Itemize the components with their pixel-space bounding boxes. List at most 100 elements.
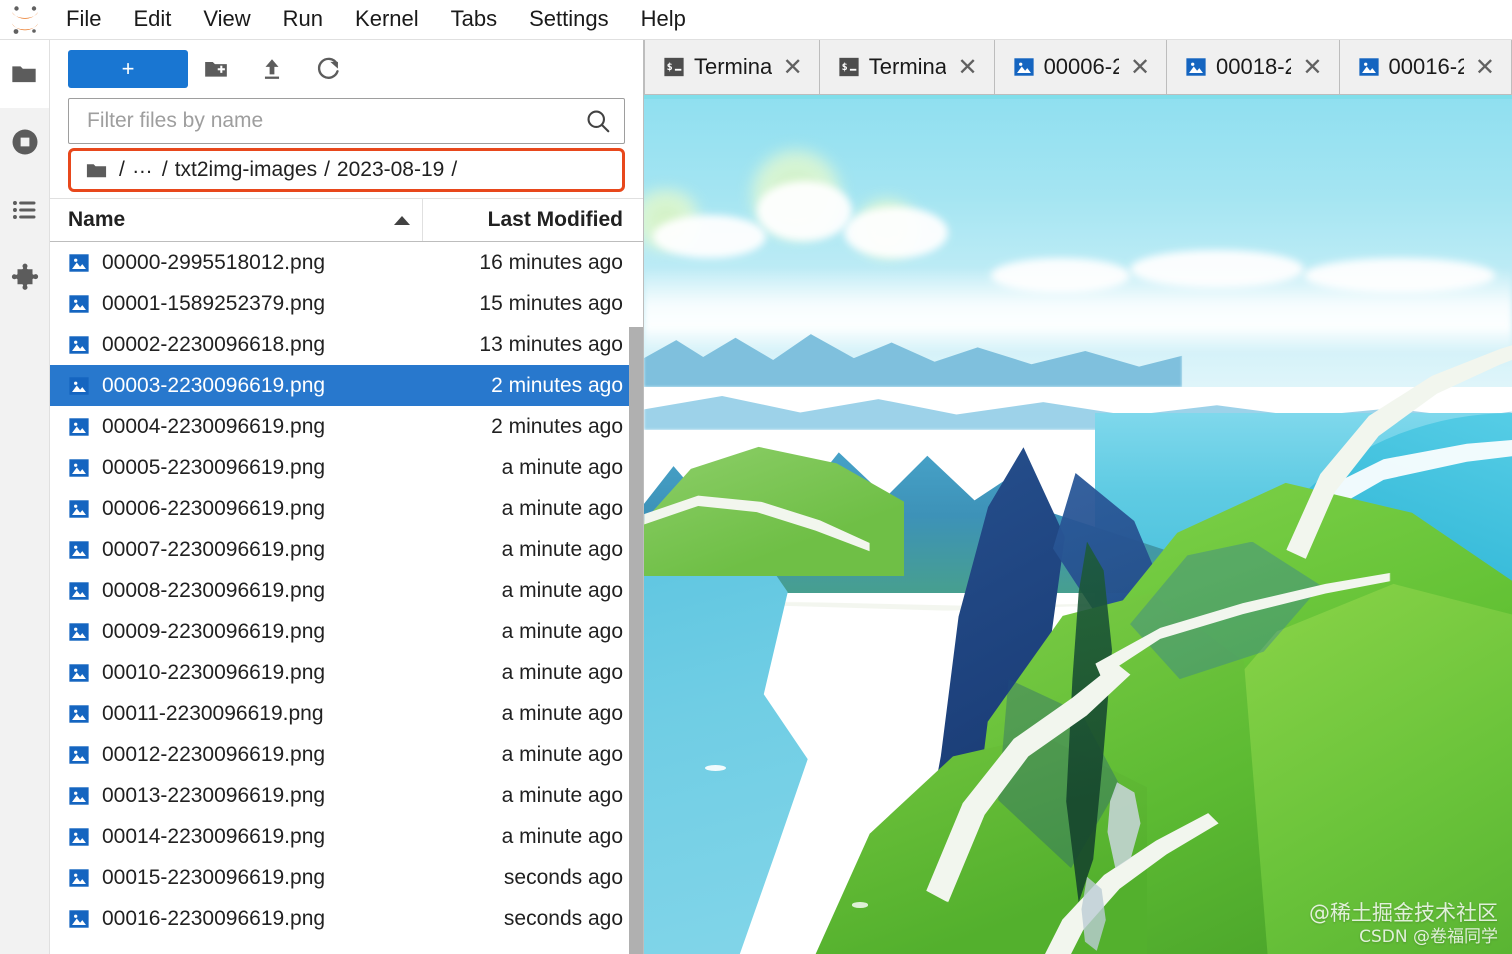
table-row[interactable]: 00009-2230096619.png a minute ago	[50, 611, 643, 652]
sort-ascending-icon	[394, 215, 410, 225]
menu-item-edit[interactable]: Edit	[117, 2, 187, 36]
image-file-icon	[69, 868, 89, 887]
menu-item-settings[interactable]: Settings	[513, 2, 625, 36]
image-file-icon	[69, 622, 89, 641]
close-icon[interactable]: ✕	[955, 55, 979, 79]
table-row[interactable]: 00014-2230096619.png a minute ago	[50, 816, 643, 857]
tab-terminal[interactable]: $ Terminal ✕	[644, 40, 820, 94]
tab-label: 00006-2	[1043, 54, 1119, 79]
tab-terminal[interactable]: $ Terminal ✕	[819, 40, 995, 94]
table-row[interactable]: 00002-2230096618.png 13 minutes ago	[50, 324, 643, 365]
breadcrumb-item-2023-08-19[interactable]: 2023-08-19	[337, 158, 444, 182]
image-file-icon	[69, 335, 89, 354]
table-row[interactable]: 00013-2230096619.png a minute ago	[50, 775, 643, 816]
sidebar-item-extension-manager[interactable]	[0, 244, 49, 312]
breadcrumb-item-txt2img-images[interactable]: txt2img-images	[175, 158, 317, 182]
file-browser-scrollbar[interactable]	[629, 327, 643, 954]
last-modified-cell: 13 minutes ago	[479, 332, 623, 356]
file-name-label: 00006-2230096619.png	[102, 496, 326, 520]
column-header-last-modified[interactable]: Last Modified	[423, 208, 643, 232]
breadcrumb-sep-root: /	[119, 158, 125, 181]
file-list-header: Name Last Modified	[50, 198, 643, 242]
file-name-cell: 00011-2230096619.png	[50, 702, 423, 726]
table-row[interactable]: 00011-2230096619.png a minute ago	[50, 693, 643, 734]
image-file-icon	[69, 786, 89, 805]
file-name-cell: 00016-2230096619.png	[50, 907, 423, 931]
table-row[interactable]: 00010-2230096619.png a minute ago	[50, 652, 643, 693]
last-modified-cell: a minute ago	[501, 619, 623, 643]
sidebar-item-command-palette[interactable]	[0, 176, 49, 244]
breadcrumb-home-icon[interactable]	[85, 159, 108, 182]
table-row[interactable]: 00004-2230096619.png 2 minutes ago	[50, 406, 643, 447]
close-icon[interactable]: ✕	[1300, 55, 1324, 79]
table-row[interactable]: 00012-2230096619.png a minute ago	[50, 734, 643, 775]
file-name-label: 00003-2230096619.png	[102, 373, 326, 397]
tab-00016-2[interactable]: 00016-2 ✕	[1339, 40, 1512, 94]
new-launcher-button[interactable]: +	[68, 50, 188, 88]
terminal-icon: $	[839, 57, 859, 77]
column-header-name[interactable]: Name	[50, 199, 423, 241]
last-modified-cell: a minute ago	[501, 496, 623, 520]
refresh-button[interactable]	[300, 50, 356, 88]
upload-button[interactable]	[244, 50, 300, 88]
image-viewer[interactable]: @稀土掘金技术社区 CSDN @卷福同学	[644, 95, 1512, 954]
file-name-cell: 00008-2230096619.png	[50, 579, 423, 603]
menu-item-kernel[interactable]: Kernel	[339, 2, 435, 36]
table-row[interactable]: 00001-1589252379.png 15 minutes ago	[50, 283, 643, 324]
file-list[interactable]: 00000-2995518012.png 16 minutes ago 00001…	[50, 242, 643, 954]
menu-item-help[interactable]: Help	[625, 2, 702, 36]
menu-item-tabs[interactable]: Tabs	[435, 2, 513, 36]
puzzle-piece-icon	[11, 263, 38, 290]
file-name-label: 00000-2995518012.png	[102, 250, 326, 274]
table-row[interactable]: 00007-2230096619.png a minute ago	[50, 529, 643, 570]
file-name-cell: 00002-2230096618.png	[50, 333, 423, 357]
table-row[interactable]: 00000-2995518012.png 16 minutes ago	[50, 242, 643, 283]
active-tab-accent-bar	[644, 95, 1512, 99]
tab-label: Terminal	[868, 54, 947, 79]
sidebar-item-running-terminals[interactable]	[0, 108, 49, 176]
last-modified-cell: a minute ago	[501, 455, 623, 479]
close-icon[interactable]: ✕	[1473, 55, 1497, 79]
table-row[interactable]: 00006-2230096619.png a minute ago	[50, 488, 643, 529]
menu-item-run[interactable]: Run	[267, 2, 339, 36]
dock-tab-bar[interactable]: $ Terminal ✕ $ Terminal ✕ 00006-2 ✕ 00018-2…	[644, 40, 1512, 95]
breadcrumb: / … / txt2img-images / 2023-08-19 /	[68, 148, 625, 192]
sidebar-item-file-browser[interactable]	[0, 40, 49, 108]
file-name-cell: 00015-2230096619.png	[50, 866, 423, 890]
filter-files-box[interactable]	[68, 98, 625, 144]
menu-item-view[interactable]: View	[187, 2, 266, 36]
table-row[interactable]: 00016-2230096619.png seconds ago	[50, 898, 643, 939]
tab-00018-2[interactable]: 00018-2 ✕	[1167, 40, 1340, 94]
new-folder-button[interactable]	[188, 50, 244, 88]
file-name-cell: 00007-2230096619.png	[50, 538, 423, 562]
table-row[interactable]: 00003-2230096619.png 2 minutes ago	[50, 365, 643, 406]
terminal-icon: $	[664, 57, 684, 77]
tab-label: Terminal	[694, 54, 772, 79]
tab-00006-2[interactable]: 00006-2 ✕	[994, 40, 1168, 94]
file-name-label: 00014-2230096619.png	[102, 824, 326, 848]
image-file-icon	[69, 540, 89, 559]
table-row[interactable]: 00008-2230096619.png a minute ago	[50, 570, 643, 611]
folder-icon	[12, 66, 36, 83]
close-icon[interactable]: ✕	[781, 55, 805, 79]
last-modified-cell: a minute ago	[501, 537, 623, 561]
file-name-label: 00016-2230096619.png	[102, 906, 326, 930]
last-modified-cell: a minute ago	[501, 660, 623, 684]
search-input[interactable]	[87, 109, 584, 133]
menu-item-file[interactable]: File	[50, 2, 117, 36]
svg-text:$: $	[841, 62, 847, 73]
file-name-cell: 00003-2230096619.png	[50, 374, 423, 398]
close-icon[interactable]: ✕	[1128, 55, 1152, 79]
cloud-1	[652, 215, 766, 259]
breadcrumb-ellipsis[interactable]: …	[132, 155, 155, 185]
image-file-icon	[69, 827, 89, 846]
file-name-cell: 00012-2230096619.png	[50, 743, 423, 767]
table-row[interactable]: 00005-2230096619.png a minute ago	[50, 447, 643, 488]
last-modified-cell: 15 minutes ago	[479, 291, 623, 315]
file-name-label: 00005-2230096619.png	[102, 455, 326, 479]
last-modified-cell: 2 minutes ago	[491, 414, 623, 438]
file-name-label: 00015-2230096619.png	[102, 865, 326, 889]
image-file-icon	[69, 376, 89, 395]
table-row[interactable]: 00015-2230096619.png seconds ago	[50, 857, 643, 898]
menu-bar: File Edit View Run Kernel Tabs Settings …	[0, 0, 1512, 40]
